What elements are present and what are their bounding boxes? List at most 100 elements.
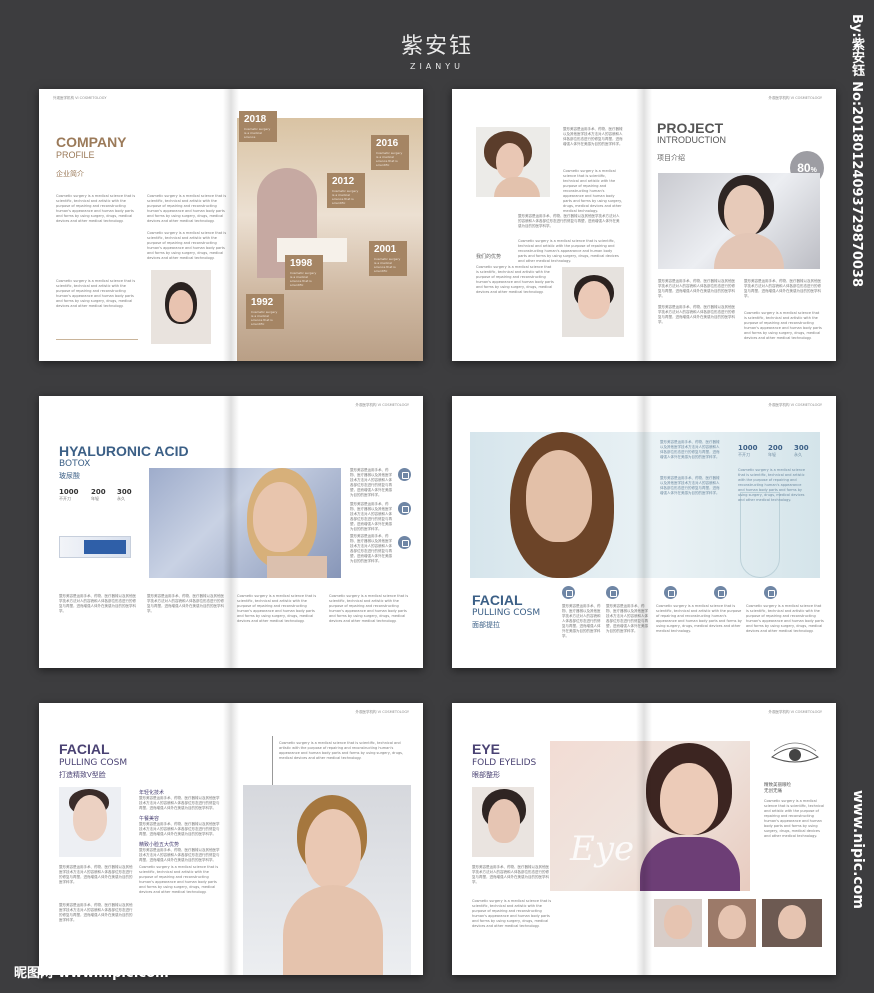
thumbnail-photo: [654, 899, 702, 947]
stat-item: 1000 不开刀: [59, 488, 79, 501]
watermark-vertical-bottom: www.nipic.com: [850, 790, 866, 909]
feature-icon: [714, 586, 727, 599]
eye-caption: 精致美丽眼睑 无创无痛: [764, 783, 791, 794]
page-title-cn: 企业简介: [56, 170, 84, 178]
body-text: Cosmetic surgery is a medical science th…: [147, 194, 227, 223]
page-title-cn: 玻尿酸: [59, 472, 80, 480]
body-text: 整形美容是运用手术、药物、医疗器械以及其他医学技术方法对人的容貌和人体各部位形态…: [350, 468, 392, 497]
page-subtitle: PULLING COSM: [472, 608, 541, 618]
stat-item: 200 年轻: [768, 444, 783, 457]
feature-icon: [398, 468, 411, 481]
body-text: 整形美容是运用手术、药物、医疗器械以及其他医学技术方法对人的容貌和人体各部位形态…: [139, 796, 220, 810]
page-title: COMPANY: [56, 134, 127, 150]
spread-v-face: 外观医学机构 VI COSMETOLOGY FACIAL PULLING COS…: [39, 703, 423, 975]
hero-photo: [658, 173, 820, 269]
feature-title: 精致小脸五大优势: [139, 842, 180, 848]
page-header: 外观医学机构 VI COSMETOLOGY: [53, 96, 107, 100]
body-text: Cosmetic surgery is a medical science th…: [563, 169, 623, 213]
timeline-year: 2018 Cosmetic surgery is a medical scienc…: [239, 111, 277, 142]
body-text: Cosmetic surgery is a medical science th…: [56, 194, 136, 223]
body-text: 整形美容是运用手术、药物、医疗器械以及其他医学技术方法对人的容貌和人体各部位形态…: [744, 279, 821, 298]
page-header: 外观医学机构 VI COSMETOLOGY: [768, 403, 822, 407]
body-text: 整形美容是运用手术、药物、医疗器械以及其他医学技术方法对人的容貌和人体各部位形态…: [139, 822, 220, 836]
spread-eye: 外观医学机构 VI COSMETOLOGY EYE FOLD EYELIDS 眼…: [452, 703, 836, 975]
body-text: 整形美容是运用手术、药物、医疗器械以及其他医学技术方法对人的容貌和人体各部位形态…: [59, 865, 133, 884]
spread-project-introduction: 外观医学机构 VI COSMETOLOGY 整形美容是运用手术、药物、医疗器械以…: [452, 89, 836, 361]
feature-icon: [606, 586, 619, 599]
stat-item: 300 永久: [117, 488, 132, 501]
body-text: 整形美容是运用手术、药物、医疗器械以及其他医学技术方法对人的容貌和人体各部位形态…: [472, 865, 549, 884]
feature-title: 午餐美容: [139, 816, 160, 822]
feature-icon: [562, 586, 575, 599]
page-title: FACIAL: [59, 741, 110, 757]
body-text: Cosmetic surgery is a medical science th…: [518, 239, 619, 263]
feature-title: 年轻化技术: [139, 790, 165, 796]
page-title-cn: 项目介绍: [657, 154, 685, 162]
spread-company-profile: 外观医学机构 VI COSMETOLOGY COMPANY PROFILE 企业…: [39, 89, 423, 361]
stat-item: 1000 不开刀: [738, 444, 758, 457]
body-text: Cosmetic surgery is a medical science th…: [738, 468, 806, 502]
page-header: 外观医学机构 VI COSMETOLOGY: [355, 403, 409, 407]
divider: [56, 339, 138, 340]
body-text: Cosmetic surgery is a medical science th…: [56, 279, 136, 308]
page-subtitle: BOTOX: [59, 459, 91, 469]
page-header: 外观医学机构 VI COSMETOLOGY: [768, 96, 822, 100]
watermark-vertical-top: By:紫安钰 No:20180124093729870038: [849, 14, 864, 288]
body-text: 整形美容是运用手术、药物、医疗器械以及其他医学技术方法对人的容貌和人体各部位形态…: [147, 594, 224, 613]
portrait-photo: [472, 787, 534, 857]
portrait-photo: [59, 787, 121, 857]
feature-icon: [764, 586, 777, 599]
product-box: [59, 536, 131, 558]
hero-photo: Eye: [550, 741, 750, 891]
section-label: 我们的优势: [476, 254, 502, 260]
body-text: Cosmetic surgery is a medical science th…: [476, 265, 554, 294]
body-text: 整形美容是运用手术、药物、医疗器械以及其他医学技术方法对人的容貌和人体各部位形态…: [350, 502, 392, 531]
thumbnail-photo: [708, 899, 756, 947]
body-text: Cosmetic surgery is a medical science th…: [744, 311, 822, 340]
page-title: EYE: [472, 741, 501, 757]
body-text: 整形美容是运用手术、药物、医疗器械以及其他医学技术方法对人的容貌和人体各部位形态…: [562, 604, 601, 638]
timeline-year: 2012 Cosmetic surgery is a medical scienc…: [327, 173, 365, 208]
portrait-photo: [476, 127, 550, 197]
stat-item: 200 年轻: [91, 488, 106, 501]
feature-icon: [664, 586, 677, 599]
body-text: 整形美容是运用手术、药物、医疗器械以及其他医学技术方法对人的容貌和人体各部位形态…: [59, 903, 133, 922]
portrait-photo: [151, 270, 211, 344]
spread-hyaluronic-acid: 外观医学机构 VI COSMETOLOGY HYALURONIC ACID BO…: [39, 396, 423, 668]
body-text: 整形美容是运用手术、药物、医疗器械以及其他医学技术方法对人的容貌和人体各部位形态…: [658, 305, 735, 324]
body-text: 整形美容是运用手术、药物、医疗器械以及其他医学技术方法对人的容貌和人体各部位形态…: [350, 534, 392, 563]
feature-icon: [398, 502, 411, 515]
page-title: HYALURONIC ACID: [59, 443, 189, 459]
timeline-year: 1992 Cosmetic surgery is a medical scienc…: [246, 294, 284, 329]
timeline-year: 2001 Cosmetic surgery is a medical scienc…: [369, 241, 407, 276]
spread-facial-pulling: 外观医学机构 VI COSMETOLOGY 整形美容是运用手术、药物、医疗器械以…: [452, 396, 836, 668]
body-text: Cosmetic surgery is a medical science th…: [472, 899, 552, 928]
brand-name-en: ZIANYU: [409, 62, 465, 71]
body-text: Cosmetic surgery is a medical science th…: [329, 594, 409, 623]
eye-sketch: [768, 741, 822, 767]
page-title: PROJECT: [657, 120, 724, 136]
body-text: 整形美容是运用手术、药物、医疗器械以及其他医学技术方法对人的容貌和人体各部位形态…: [563, 127, 623, 146]
body-text: Cosmetic surgery is a medical science th…: [147, 231, 227, 260]
page-subtitle: INTRODUCTION: [657, 135, 726, 145]
page-title-cn: 打造精致V型脸: [59, 771, 106, 779]
brand-logo: 紫安钰 ZIANYU: [0, 28, 874, 71]
page-title-cn: 眼部整形: [472, 771, 500, 779]
brand-name-cn: 紫安钰: [400, 34, 473, 59]
body-text: 整形美容是运用手术、药物、医疗器械以及其他医学技术方法对人的容貌和人体各部位形态…: [660, 476, 720, 495]
body-text: 整形美容是运用手术、药物、医疗器械以及其他医学技术方法对人的容貌和人体各部位形态…: [59, 594, 136, 613]
hero-photo: [243, 785, 411, 975]
body-text: Cosmetic surgery is a medical science th…: [764, 799, 825, 838]
watermark-id: ID:3823378 NO:20180124093729870038: [654, 968, 821, 977]
page-subtitle: PULLING COSM: [59, 758, 128, 768]
body-text: 整形美容是运用手术、药物、医疗器械以及其他医学技术方法对人的容貌和人体各部位形态…: [660, 440, 720, 459]
body-text: 整形美容是运用手术、药物、医疗器械以及其他医学技术方法对人的容貌和人体各部位形态…: [606, 604, 648, 633]
page-title: FACIAL: [472, 592, 523, 608]
feature-icon: [398, 536, 411, 549]
body-text: Cosmetic surgery is a medical science th…: [656, 604, 742, 633]
body-text: Cosmetic surgery is a medical science th…: [279, 741, 404, 760]
thumbnail-photo: [762, 899, 822, 947]
hero-photo: [149, 468, 341, 578]
body-text: 整形美容是运用手术、药物、医疗器械以及其他医学技术方法对人的容貌和人体各部位形态…: [139, 848, 220, 862]
stat-item: 300 永久: [794, 444, 809, 457]
